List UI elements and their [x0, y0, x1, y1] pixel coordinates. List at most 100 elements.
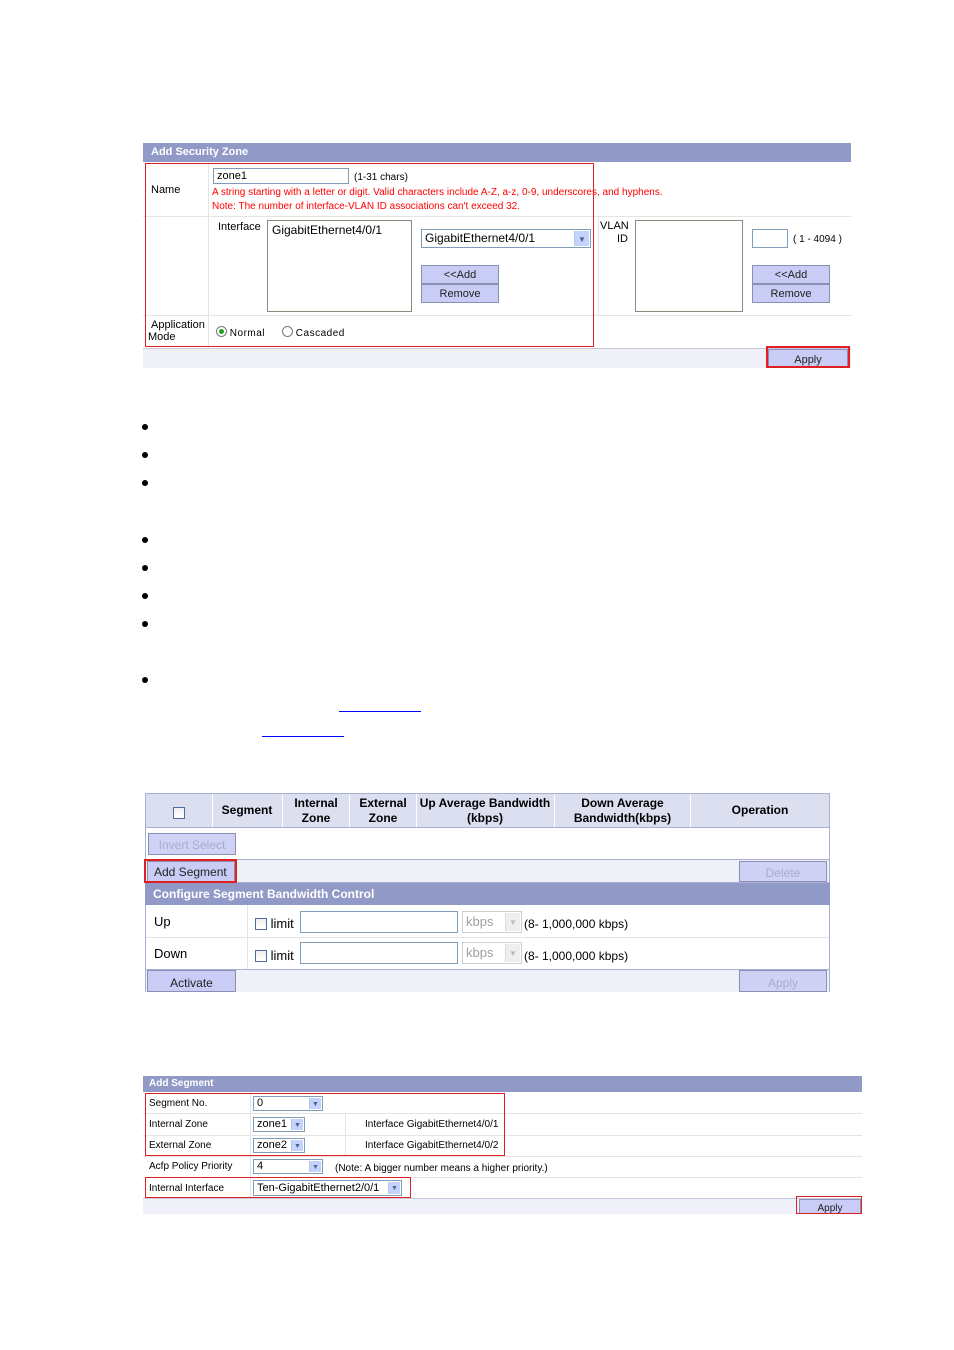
- radio-unselected-icon: [282, 326, 293, 337]
- internal-zone-select[interactable]: zone1 ▼: [253, 1117, 305, 1132]
- down-unit-value: kbps: [466, 945, 494, 960]
- name-note-text: Note: The number of interface-VLAN ID as…: [212, 201, 520, 212]
- delete-button[interactable]: Delete: [739, 861, 827, 882]
- mode-cascaded-radio[interactable]: Cascaded: [282, 326, 345, 339]
- interface-listbox[interactable]: GigabitEthernet4/0/1: [267, 220, 412, 312]
- up-limit-checkbox[interactable]: limit: [255, 916, 294, 931]
- vlan-label: VLAN ID: [600, 220, 629, 246]
- application-mode-label: Application Mode: [148, 319, 205, 343]
- segment-no-value: 0: [257, 1097, 264, 1109]
- bandwidth-apply-button[interactable]: Apply: [739, 970, 827, 992]
- name-label: Name: [151, 184, 181, 196]
- chevron-down-icon: ▼: [505, 944, 520, 962]
- app-mode-line1: Application: [151, 319, 205, 331]
- hyperlink[interactable]: [262, 736, 344, 737]
- down-limit-input[interactable]: [300, 942, 458, 964]
- internal-zone-value: zone1: [257, 1118, 287, 1130]
- action-bar: [145, 859, 830, 883]
- footer-bar: [143, 348, 851, 368]
- apply-button[interactable]: Apply: [768, 349, 848, 368]
- chevron-down-icon: ▼: [291, 1140, 303, 1151]
- col-internal-zone-line1: Internal: [294, 796, 338, 810]
- priority-value: 4: [257, 1160, 264, 1172]
- vlan-label-line1: VLAN: [600, 220, 629, 232]
- list-bullet: [142, 452, 148, 458]
- col-operation: Operation: [731, 803, 789, 817]
- external-zone-info: Interface GigabitEthernet4/0/2: [365, 1140, 499, 1151]
- remove-interface-button[interactable]: Remove: [421, 284, 499, 303]
- col-internal-zone: Internal Zone: [283, 796, 349, 826]
- panel-title: Add Security Zone: [143, 143, 851, 162]
- up-unit-select[interactable]: kbps ▼: [462, 911, 522, 933]
- vlan-range-hint: ( 1 - 4094 ): [793, 234, 842, 245]
- add-vlan-button[interactable]: <<Add: [752, 265, 830, 284]
- name-input[interactable]: zone1: [213, 168, 349, 184]
- vlan-label-line2: ID: [617, 233, 628, 245]
- internal-interface-value: Ten-GigabitEthernet2/0/1: [257, 1182, 380, 1194]
- col-down-bandwidth: Down Average Bandwidth(kbps): [555, 796, 690, 826]
- col-external-zone: External Zone: [350, 796, 416, 826]
- list-bullet: [142, 424, 148, 430]
- chevron-down-icon: ▼: [574, 231, 589, 246]
- interface-label: Interface: [218, 221, 261, 233]
- col-internal-zone-line2: Zone: [301, 811, 331, 825]
- up-unit-value: kbps: [466, 914, 494, 929]
- list-bullet: [142, 593, 148, 599]
- internal-interface-label: Internal Interface: [149, 1183, 225, 1194]
- list-bullet: [142, 621, 148, 627]
- name-rule-text: A string starting with a letter or digit…: [212, 187, 663, 198]
- activate-button[interactable]: Activate: [147, 970, 236, 992]
- mode-normal-radio[interactable]: Normal: [216, 326, 265, 339]
- col-up-bandwidth: Up Average Bandwidth (kbps): [414, 796, 556, 826]
- up-limit-input[interactable]: [300, 911, 458, 933]
- segment-no-select[interactable]: 0 ▼: [253, 1096, 323, 1111]
- radio-selected-icon: [216, 326, 227, 337]
- bandwidth-footer: [145, 969, 830, 992]
- priority-label: Acfp Policy Priority: [149, 1161, 233, 1172]
- segment-no-label: Segment No.: [149, 1098, 208, 1109]
- chevron-down-icon: ▼: [309, 1098, 321, 1109]
- down-limit-checkbox[interactable]: limit: [255, 948, 294, 963]
- chevron-down-icon: ▼: [505, 913, 520, 931]
- col-down-bandwidth-line1: Down Average: [581, 796, 664, 810]
- interface-select[interactable]: GigabitEthernet4/0/1 ▼: [421, 229, 591, 248]
- up-limit-label: limit: [270, 916, 294, 931]
- interface-list-item[interactable]: GigabitEthernet4/0/1: [272, 223, 407, 237]
- external-zone-label: External Zone: [149, 1140, 212, 1151]
- hyperlink[interactable]: [339, 711, 421, 712]
- remove-vlan-button[interactable]: Remove: [752, 284, 830, 303]
- list-bullet: [142, 480, 148, 486]
- priority-note: (Note: A bigger number means a higher pr…: [335, 1163, 548, 1174]
- chevron-down-icon: ▼: [309, 1161, 321, 1172]
- up-range-hint: (8- 1,000,000 kbps): [524, 917, 629, 931]
- priority-select[interactable]: 4 ▼: [253, 1159, 323, 1174]
- select-all-checkbox[interactable]: [173, 804, 185, 822]
- list-bullet: [142, 537, 148, 543]
- col-external-zone-line2: Zone: [368, 811, 398, 825]
- app-mode-line2: Mode: [148, 331, 176, 343]
- col-segment: Segment: [221, 803, 273, 817]
- chevron-down-icon: ▼: [291, 1119, 303, 1130]
- col-up-bandwidth-line2: (kbps): [467, 811, 503, 825]
- add-interface-button[interactable]: <<Add: [421, 265, 499, 284]
- table-body: [145, 828, 830, 859]
- interface-select-value: GigabitEthernet4/0/1: [425, 231, 536, 245]
- vlan-listbox[interactable]: [635, 220, 743, 312]
- list-bullet: [142, 565, 148, 571]
- list-bullet: [142, 677, 148, 683]
- bandwidth-section-title: Configure Segment Bandwidth Control: [145, 883, 830, 905]
- add-segment-apply-button[interactable]: Apply: [799, 1199, 861, 1214]
- vlan-id-input[interactable]: [752, 229, 788, 248]
- add-segment-button[interactable]: Add Segment: [147, 861, 235, 882]
- name-hint: (1-31 chars): [354, 172, 408, 183]
- internal-zone-info: Interface GigabitEthernet4/0/1: [365, 1119, 499, 1130]
- internal-interface-select[interactable]: Ten-GigabitEthernet2/0/1 ▼: [253, 1180, 402, 1196]
- mode-normal-label: Normal: [229, 328, 266, 339]
- external-zone-select[interactable]: zone2 ▼: [253, 1138, 305, 1153]
- down-unit-select[interactable]: kbps ▼: [462, 942, 522, 964]
- col-down-bandwidth-line2: Bandwidth(kbps): [573, 811, 672, 825]
- invert-select-button[interactable]: Invert Select: [148, 833, 236, 855]
- add-segment-footer: [143, 1198, 862, 1214]
- mode-cascaded-label: Cascaded: [295, 328, 345, 339]
- down-range-hint: (8- 1,000,000 kbps): [524, 949, 629, 963]
